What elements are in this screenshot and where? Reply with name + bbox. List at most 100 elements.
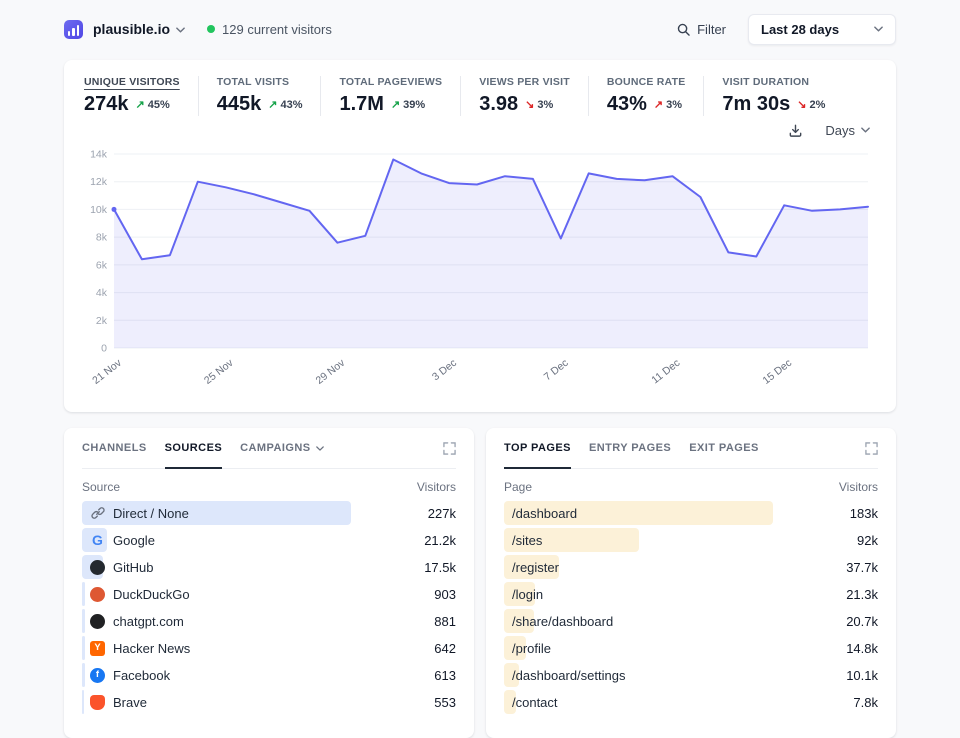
x-axis-label: 29 Nov — [314, 356, 348, 386]
sources-tab-list: CHANNELS SOURCES CAMPAIGNS — [82, 428, 324, 468]
row-label: /register — [512, 560, 559, 575]
table-row[interactable]: /register 37.7k — [504, 555, 878, 579]
chart-toolbar: Days — [84, 118, 876, 142]
pages-rows: /dashboard183k/sites92k/register 37.7k/lo… — [504, 501, 878, 714]
tab-label: EXIT PAGES — [689, 442, 759, 454]
stat-visit-duration[interactable]: VISIT DURATION7m 30s↘2% — [703, 76, 843, 116]
hackernews-icon: Y — [90, 641, 105, 656]
expand-pages-button[interactable] — [865, 442, 878, 455]
chevron-down-icon — [874, 26, 883, 32]
stat-bounce-rate[interactable]: BOUNCE RATE43%↗3% — [588, 76, 704, 116]
topbar-right: Filter Last 28 days — [677, 14, 896, 45]
row-label: /share/dashboard — [512, 614, 613, 629]
tab-sources[interactable]: SOURCES — [165, 429, 222, 469]
visitors-chart[interactable]: 02k4k6k8k10k12k14k21 Nov25 Nov29 Nov3 De… — [84, 144, 876, 401]
sources-tabs-row: CHANNELS SOURCES CAMPAIGNS — [82, 428, 456, 469]
visitors-count: 37.7k — [846, 560, 878, 575]
pages-value-header: Visitors — [839, 480, 878, 494]
expand-icon — [443, 442, 456, 455]
table-row[interactable]: /contact7.8k — [504, 690, 878, 714]
visitors-count: 183k — [850, 506, 878, 521]
stat-change-percent: 3% — [537, 99, 553, 111]
google-icon: G — [90, 533, 105, 548]
current-visitors[interactable]: 129 current visitors — [207, 22, 332, 37]
stat-label: BOUNCE RATE — [607, 76, 686, 88]
table-row[interactable]: YHacker News642 — [82, 636, 456, 660]
chevron-down-icon — [316, 446, 324, 451]
tab-channels[interactable]: CHANNELS — [82, 429, 147, 469]
visitors-count: 21.3k — [846, 587, 878, 602]
stat-change-badge: ↗3% — [654, 98, 682, 111]
chart-svg: 02k4k6k8k10k12k14k21 Nov25 Nov29 Nov3 De… — [84, 144, 876, 396]
pages-column-headers: Page Visitors — [504, 469, 878, 501]
table-row[interactable]: /profile14.8k — [504, 636, 878, 660]
stat-change-badge: ↘3% — [525, 98, 553, 111]
table-row[interactable]: /share/dashboard 20.7k — [504, 609, 878, 633]
visitors-count: 553 — [434, 695, 456, 710]
stat-label: UNIQUE VISITORS — [84, 76, 180, 88]
y-axis-label: 0 — [101, 343, 107, 355]
visitors-count: 10.1k — [846, 668, 878, 683]
table-row[interactable]: /sites92k — [504, 528, 878, 552]
topbar-left: plausible.io 129 current visitors — [64, 20, 332, 39]
x-axis-label: 21 Nov — [90, 356, 124, 386]
visitors-count: 20.7k — [846, 614, 878, 629]
top-pages-card: TOP PAGES ENTRY PAGES EXIT PAGES Page Visi… — [486, 428, 896, 738]
table-row[interactable]: DuckDuckGo903 — [82, 582, 456, 606]
tab-label: ENTRY PAGES — [589, 442, 671, 454]
tab-campaigns[interactable]: CAMPAIGNS — [240, 429, 323, 469]
tab-entry-pages[interactable]: ENTRY PAGES — [589, 429, 671, 469]
interval-select[interactable]: Days — [819, 122, 876, 139]
stats-row: UNIQUE VISITORS274k↗45% TOTAL VISITS 445k ↗… — [84, 76, 876, 116]
y-axis-label: 2k — [96, 315, 108, 327]
stat-unique-visitors[interactable]: UNIQUE VISITORS274k↗45% — [84, 76, 198, 116]
stat-total-visits[interactable]: TOTAL VISITS445k↗43% — [198, 76, 321, 116]
arrow-down-icon: ↘ — [797, 98, 806, 111]
row-label: DuckDuckGo — [113, 587, 190, 602]
tab-exit-pages[interactable]: EXIT PAGES — [689, 429, 759, 469]
tab-label: CHANNELS — [82, 442, 147, 454]
table-row[interactable]: Brave553 — [82, 690, 456, 714]
stat-change-badge: ↘2% — [797, 98, 825, 111]
brave-icon — [90, 695, 105, 710]
filter-button[interactable]: Filter — [677, 22, 726, 37]
sources-card: CHANNELSSOURCESCAMPAIGNS Source Visitors… — [64, 428, 474, 738]
visitors-count: 7.8k — [853, 695, 878, 710]
stat-value: 3.98 — [479, 93, 518, 116]
visitors-count: 21.2k — [424, 533, 456, 548]
current-visitors-label: 129 current visitors — [222, 22, 332, 37]
arrow-up-icon: ↗ — [136, 98, 145, 111]
stat-label: TOTAL PAGEVIEWS — [339, 76, 442, 88]
tab-label: SOURCES — [165, 442, 222, 454]
y-axis-label: 4k — [96, 287, 108, 299]
filter-label: Filter — [697, 22, 726, 37]
facebook-icon: f — [90, 668, 105, 683]
stat-views-per-visit[interactable]: VIEWS PER VISIT3.98↘3% — [460, 76, 588, 116]
expand-icon — [865, 442, 878, 455]
search-icon — [677, 23, 690, 36]
stat-total-pageviews[interactable]: TOTAL PAGEVIEWS1.7M↗39% — [320, 76, 460, 116]
row-label: chatgpt.com — [113, 614, 184, 629]
download-button[interactable] — [788, 123, 803, 138]
row-label: Facebook — [113, 668, 170, 683]
stat-label: TOTAL VISITS — [217, 76, 303, 88]
table-row[interactable]: Direct / None227k — [82, 501, 456, 525]
date-range-select[interactable]: Last 28 days — [748, 14, 896, 45]
visitors-count: 14.8k — [846, 641, 878, 656]
stat-change-percent: 45% — [148, 99, 170, 111]
site-switcher[interactable]: plausible.io — [93, 21, 185, 37]
row-label: Google — [113, 533, 155, 548]
table-row[interactable]: chatgpt.com881 — [82, 609, 456, 633]
x-axis-label: 25 Nov — [202, 356, 236, 386]
table-row[interactable]: /dashboard183k — [504, 501, 878, 525]
expand-sources-button[interactable] — [443, 442, 456, 455]
stat-value: 445k — [217, 93, 262, 116]
table-row[interactable]: G Google 21.2k — [82, 528, 456, 552]
dashboard-page: plausible.io 129 current visitors Filter… — [0, 0, 960, 738]
y-axis-label: 12k — [90, 176, 108, 188]
table-row[interactable]: GitHub17.5k — [82, 555, 456, 579]
table-row[interactable]: /login21.3k — [504, 582, 878, 606]
table-row[interactable]: fFacebook613 — [82, 663, 456, 687]
tab-top-pages[interactable]: TOP PAGES — [504, 429, 571, 469]
table-row[interactable]: /dashboard/settings10.1k — [504, 663, 878, 687]
